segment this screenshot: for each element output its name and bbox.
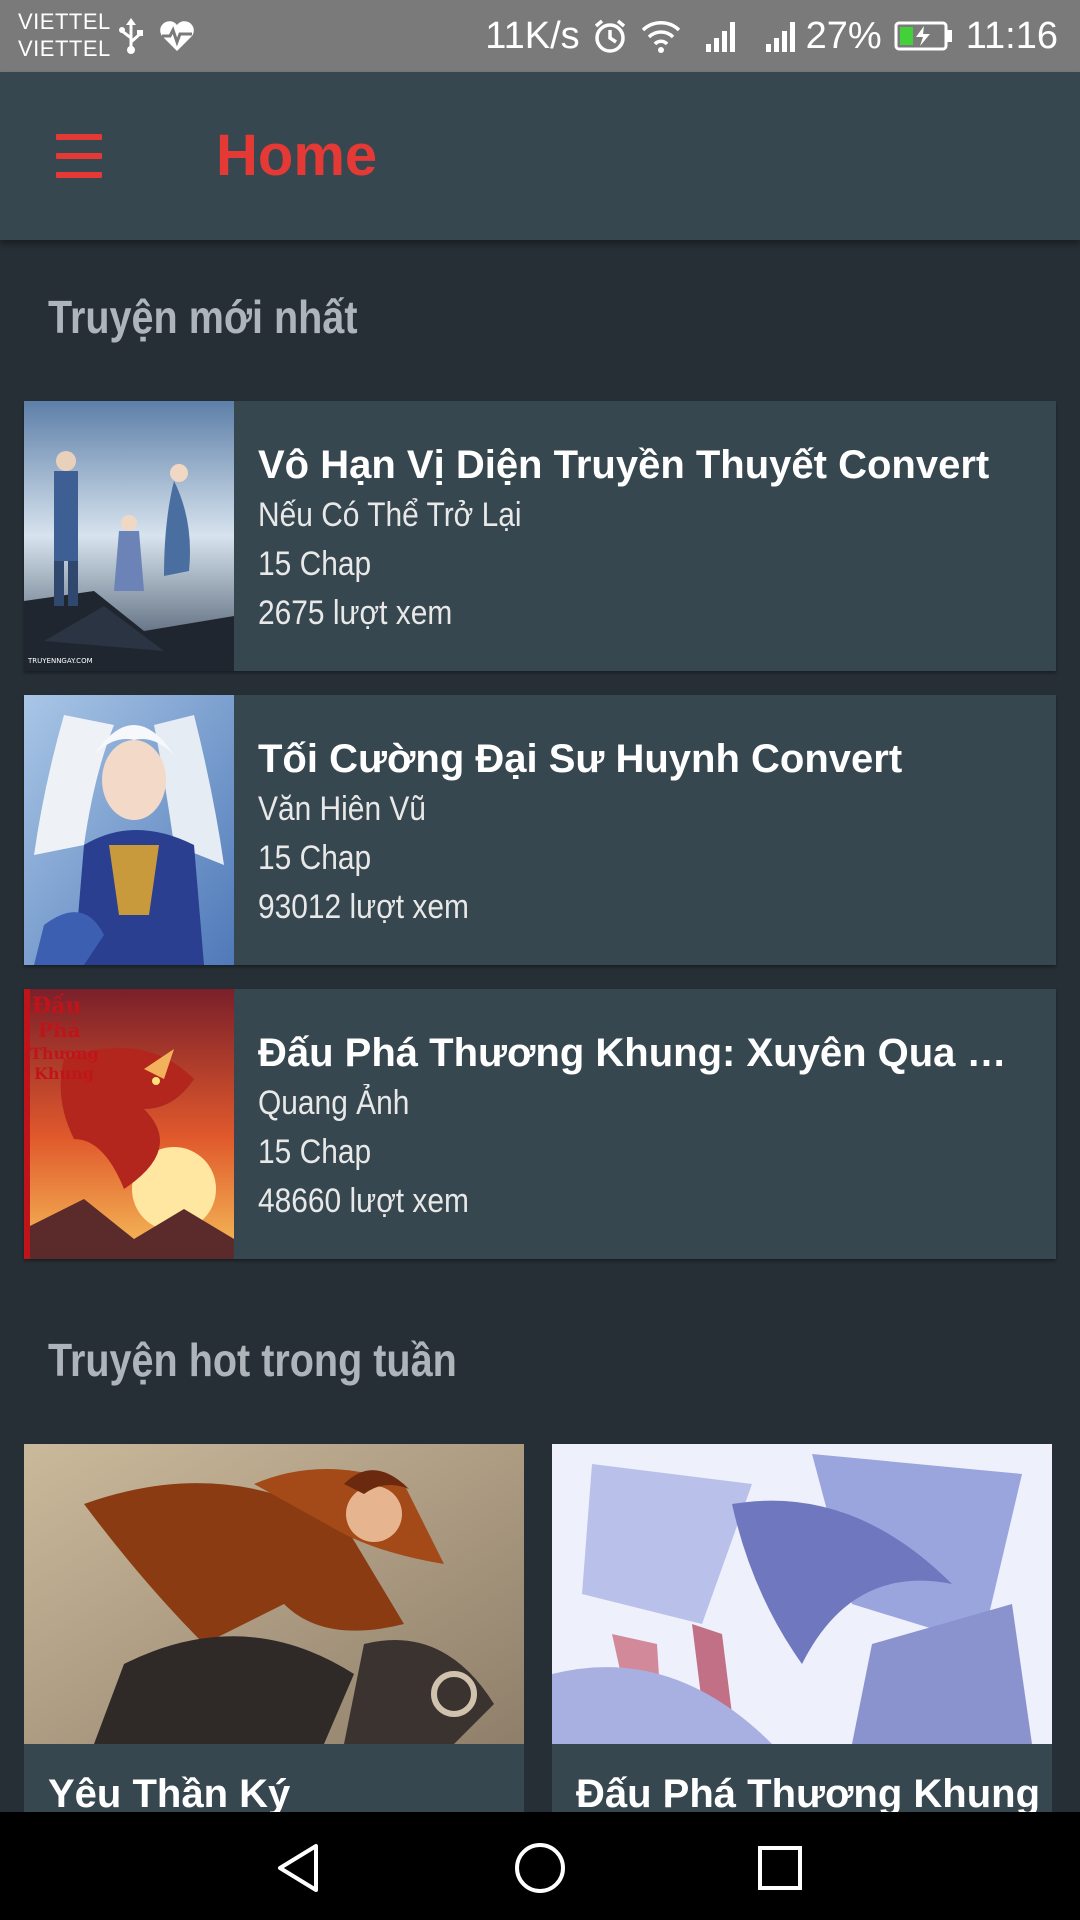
status-right-group: 11K/s 27% 11:16	[485, 0, 1058, 72]
story-title: Vô Hạn Vị Diện Truyền Thuyết Convert	[258, 443, 990, 487]
story-chapters: 15 Chap	[258, 545, 372, 583]
list-item[interactable]: Tối Cường Đại Sư Huynh Convert Văn Hiên …	[24, 695, 1056, 965]
list-item[interactable]: Đấu Phá Thương Khung Đấu Phá Thương Khun…	[24, 989, 1056, 1259]
story-views: 2675 lượt xem	[258, 594, 453, 632]
cover-image: Đấu Phá Thương Khung	[24, 989, 234, 1259]
alarm-icon	[592, 18, 628, 54]
cover-image: TRUYENNGAY.COM	[24, 401, 234, 671]
carrier-2: VIETTEL	[18, 36, 111, 61]
svg-text:TRUYENNGAY.COM: TRUYENNGAY.COM	[27, 657, 93, 665]
story-author: Văn Hiên Vũ	[258, 790, 426, 828]
svg-text:Đấu: Đấu	[32, 993, 81, 1019]
story-title: Tối Cường Đại Sư Huynh Convert	[258, 737, 903, 781]
section-title-latest: Truyện mới nhất	[48, 291, 358, 343]
cover-image	[24, 695, 234, 965]
story-author: Nếu Có Thể Trở Lại	[258, 496, 522, 534]
back-triangle-icon[interactable]	[270, 1838, 330, 1898]
list-item[interactable]: TRUYENNGAY.COM Vô Hạn Vị Diện Truyền Thu…	[24, 401, 1056, 671]
story-title: Đấu Phá Thương Khung: Xuyên Qua Lu...	[258, 1031, 1026, 1075]
story-views: 93012 lượt xem	[258, 888, 469, 926]
cover-image	[24, 1444, 524, 1744]
net-speed: 11K/s	[485, 15, 580, 57]
cover-image	[552, 1444, 1052, 1744]
section-title-hot: Truyện hot trong tuần	[48, 1334, 457, 1386]
story-chapters: 15 Chap	[258, 839, 372, 877]
hot-story-title: Yêu Thần Ký	[48, 1772, 291, 1816]
svg-text:Khung: Khung	[34, 1064, 94, 1083]
story-chapters: 15 Chap	[258, 1133, 372, 1171]
health-icon	[158, 18, 196, 59]
navigation-bar	[0, 1812, 1080, 1920]
hamburger-menu-icon[interactable]	[44, 124, 114, 188]
svg-text:Thương: Thương	[30, 1044, 99, 1063]
carrier-labels: VIETTEL VIETTEL	[18, 8, 111, 62]
usb-icon	[116, 18, 146, 59]
signal-icon	[762, 18, 802, 54]
hot-story-title: Đấu Phá Thương Khung	[576, 1772, 1041, 1816]
story-author: Quang Ảnh	[258, 1084, 410, 1122]
signal-icon	[702, 18, 742, 54]
hot-story-card[interactable]: Yêu Thần Ký	[24, 1444, 524, 1844]
page-title: Home	[216, 123, 378, 188]
home-circle-icon[interactable]	[510, 1838, 570, 1898]
app-bar: Home	[0, 72, 1080, 240]
clock: 11:16	[965, 15, 1058, 57]
recents-square-icon[interactable]	[750, 1838, 810, 1898]
battery-charging-icon	[894, 20, 954, 52]
carrier-1: VIETTEL	[18, 9, 111, 34]
wifi-icon	[640, 18, 682, 54]
status-bar: VIETTEL VIETTEL 11K/s 27% 11:16	[0, 0, 1080, 72]
hot-story-card[interactable]: Đấu Phá Thương Khung	[552, 1444, 1052, 1844]
story-views: 48660 lượt xem	[258, 1182, 469, 1220]
battery-percent: 27%	[805, 15, 882, 57]
svg-text:Phá: Phá	[38, 1018, 81, 1042]
